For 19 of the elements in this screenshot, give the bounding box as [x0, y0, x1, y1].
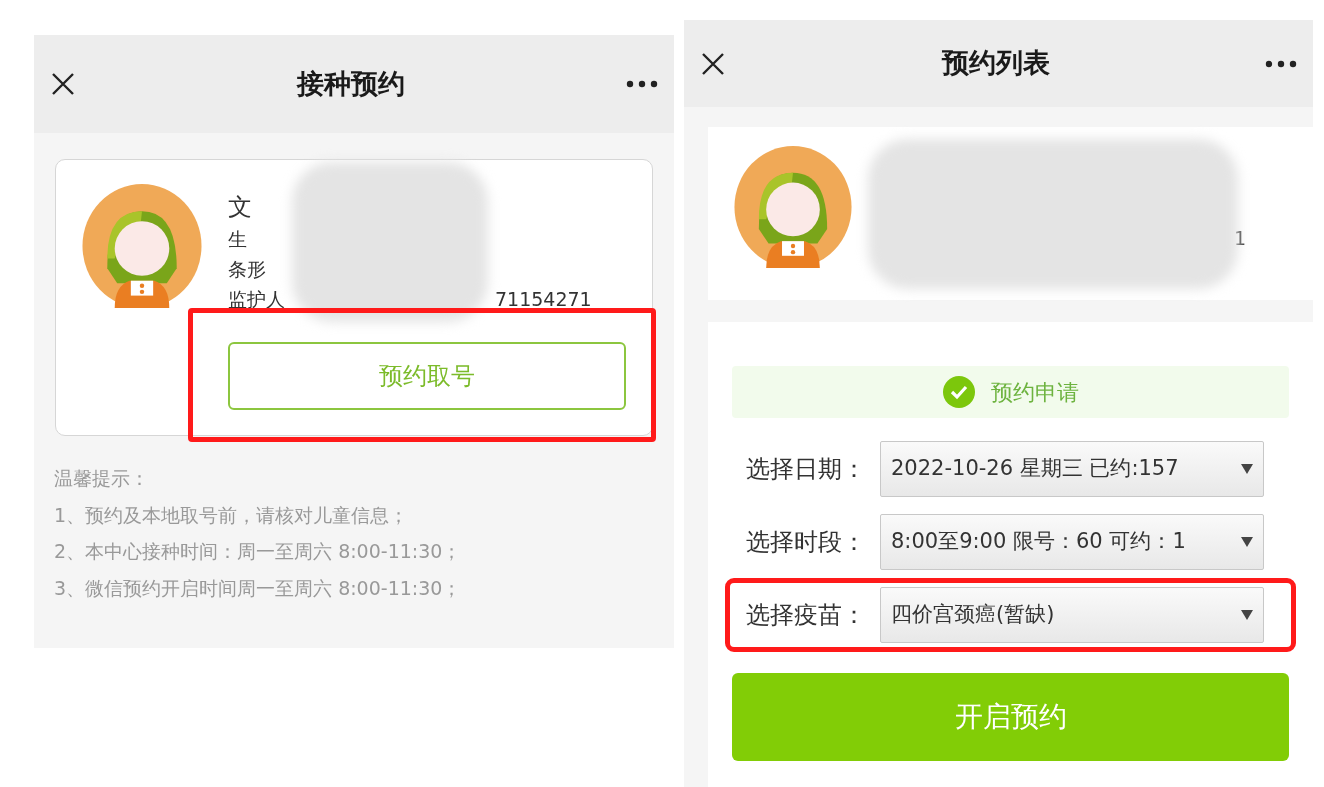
profile-label: 条形 — [228, 257, 266, 282]
profile-label: 文 — [228, 192, 252, 222]
tips-title: 温馨提示： — [54, 466, 150, 491]
tip-text: 3、微信预约开启时间周一至周六 8:00-11:30； — [54, 575, 463, 601]
profile-label: 生 — [228, 227, 247, 252]
select-field[interactable]: 2022-10-26 星期三 已约:157 — [880, 441, 1264, 497]
tip-text: 2、本中心接种时间：周一至周六 8:00-11:30； — [54, 539, 463, 564]
phone-number: 71154271 — [495, 287, 592, 312]
select-field[interactable]: 8:00至9:00 限号：60 可约：1 — [880, 514, 1264, 570]
field-label: 选择时段： — [746, 527, 866, 558]
field-label: 选择日期： — [746, 454, 866, 485]
field-label: 选择疫苗： — [746, 600, 866, 631]
screen-title: 预约列表 — [941, 46, 1050, 81]
screen-title: 接种预约 — [297, 66, 405, 101]
profile-text: 1 — [1234, 226, 1247, 252]
select-field[interactable]: 四价宫颈癌(暂缺) — [880, 587, 1264, 643]
status-text: 预约申请 — [990, 378, 1079, 407]
tip-text: 1、预约及本地取号前，请核对儿童信息； — [54, 502, 410, 528]
profile-label: 监护人 — [228, 287, 285, 312]
